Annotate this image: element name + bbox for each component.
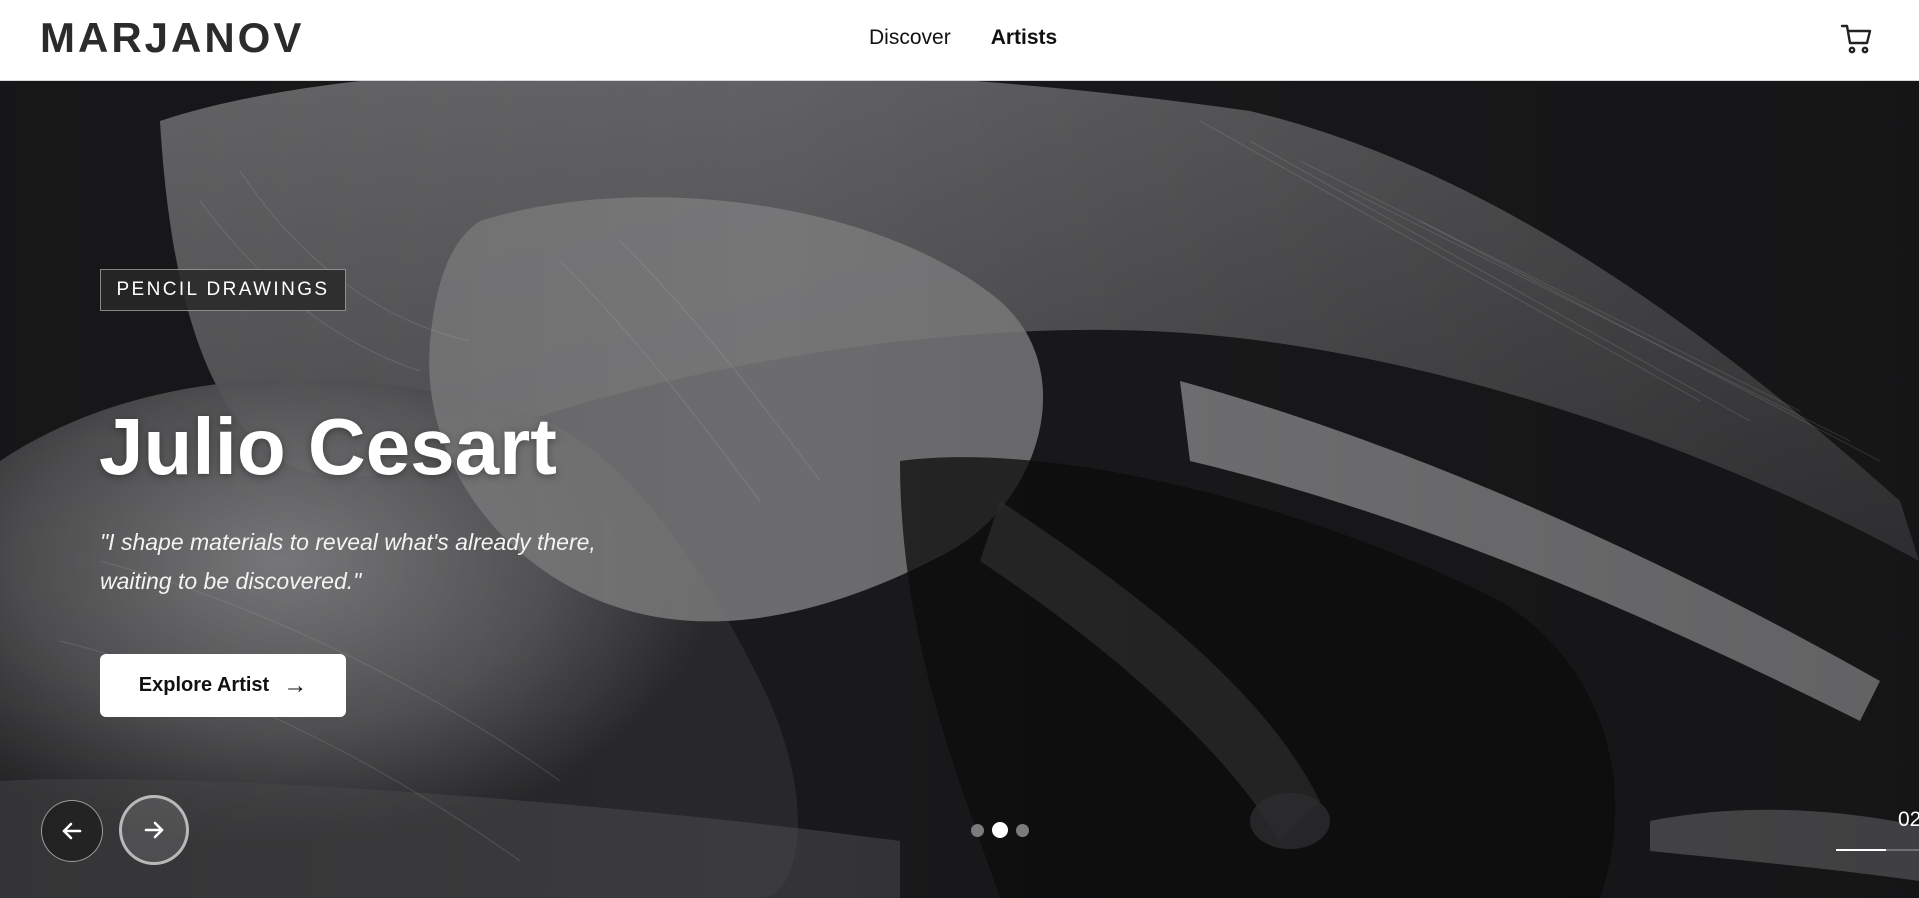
explore-artist-label: Explore Artist: [138, 674, 270, 696]
slide-counter: 02: [1898, 808, 1919, 831]
hero-slider: PENCIL DRAWINGS Julio Cesart "I shape ma…: [0, 81, 1919, 898]
cart-icon[interactable]: [1840, 22, 1874, 56]
slide-indicators: [971, 822, 1029, 838]
slide-dot[interactable]: [1016, 823, 1029, 837]
previous-slide-button[interactable]: [41, 800, 103, 862]
explore-artist-button[interactable]: Explore Artist →: [100, 654, 346, 717]
nav-item-artists[interactable]: Artists: [991, 24, 1058, 52]
nav-item-discover[interactable]: Discover: [869, 24, 951, 52]
slide-dot[interactable]: [992, 822, 1008, 838]
brand-logo[interactable]: MARJANOV: [40, 14, 304, 62]
slide-progress-track: [1836, 849, 1919, 851]
top-header: MARJANOV Discover Artists: [0, 0, 1919, 81]
slide-dot[interactable]: [971, 823, 984, 837]
artist-quote: "I shape materials to reveal what's alre…: [100, 529, 596, 594]
arrow-right-icon: [144, 821, 164, 839]
artist-name-heading: Julio Cesart: [99, 402, 557, 491]
category-badge: PENCIL DRAWINGS: [100, 269, 346, 311]
main-nav: Discover Artists: [869, 24, 1057, 52]
arrow-right-icon: →: [283, 671, 308, 699]
next-slide-button[interactable]: [119, 795, 189, 865]
arrow-left-icon: [62, 822, 82, 840]
slide-progress-fill: [1836, 849, 1886, 851]
